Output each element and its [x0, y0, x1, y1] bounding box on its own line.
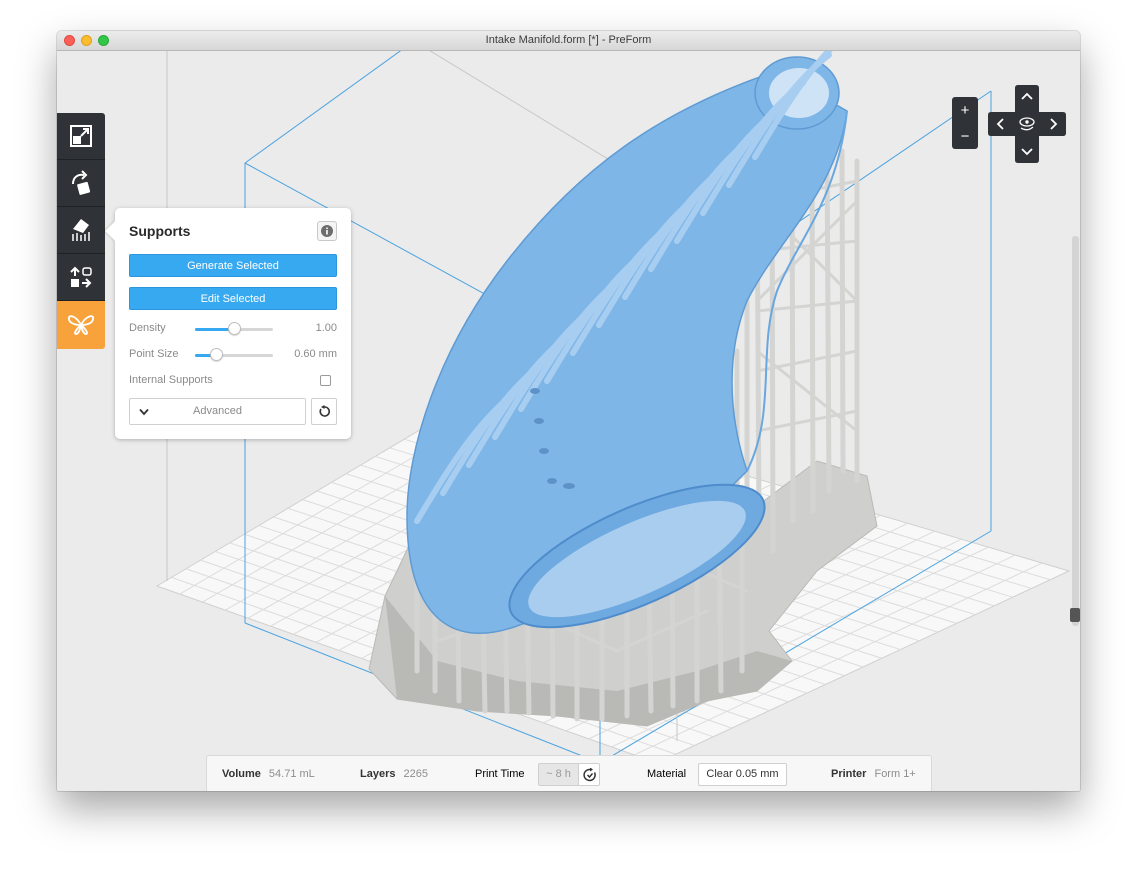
- print-tool-button[interactable]: [57, 301, 105, 349]
- status-bar: Volume 54.71 mL Layers 2265 Print Time ~ 8…: [206, 755, 932, 791]
- zoom-in-button[interactable]: +: [952, 97, 978, 123]
- volume-label: Volume: [222, 768, 261, 780]
- supports-panel: Supports Generate Selected Edit Selected…: [115, 208, 351, 439]
- density-value: 1.00: [315, 322, 337, 334]
- internal-supports-checkbox[interactable]: [320, 375, 331, 386]
- printer-stat: Printer Form 1+: [831, 768, 916, 780]
- print-time-value: ~ 8 h: [539, 764, 579, 785]
- reset-settings-button[interactable]: [311, 398, 337, 425]
- scrollbar-thumb[interactable]: [1070, 608, 1080, 622]
- layers-value: 2265: [403, 768, 428, 780]
- printer-label: Printer: [831, 768, 867, 780]
- density-slider[interactable]: [195, 322, 273, 335]
- rotate-tool-button[interactable]: [57, 160, 105, 207]
- density-slider-knob[interactable]: [228, 322, 241, 335]
- support-column: [809, 148, 816, 514]
- supports-tool-button[interactable]: [57, 207, 105, 254]
- advanced-dropdown[interactable]: Advanced: [129, 398, 306, 425]
- print-time-control: ~ 8 h: [538, 763, 600, 786]
- point-size-label: Point Size: [129, 348, 179, 360]
- point-size-slider-knob[interactable]: [210, 348, 224, 361]
- layers-label: Layers: [360, 768, 396, 780]
- scale-icon: [70, 125, 92, 147]
- internal-supports-label: Internal Supports: [129, 374, 213, 386]
- supports-icon: [72, 219, 90, 241]
- zoom-controls: + −: [952, 97, 978, 149]
- material-selector[interactable]: Clear 0.05 mm: [698, 763, 787, 786]
- refresh-estimate-icon: [582, 767, 596, 781]
- left-toolbar: [57, 113, 105, 349]
- point-size-value: 0.60 mm: [294, 348, 337, 360]
- point-size-slider[interactable]: [195, 348, 273, 361]
- reset-icon: [319, 405, 330, 417]
- scale-tool-button[interactable]: [57, 113, 105, 160]
- info-button[interactable]: [317, 221, 337, 241]
- layout-icon: [70, 266, 92, 288]
- vertical-scrollbar[interactable]: [1072, 236, 1079, 626]
- volume-value: 54.71 mL: [268, 768, 315, 780]
- title-bar: Intake Manifold.form [*] - PreForm: [57, 31, 1080, 51]
- zoom-out-button[interactable]: −: [952, 123, 978, 149]
- support-column: [824, 143, 832, 494]
- generate-selected-button[interactable]: Generate Selected: [129, 254, 337, 277]
- material-label: Material: [647, 768, 687, 780]
- density-label: Density: [129, 322, 166, 334]
- print-time-estimate-button[interactable]: [579, 764, 600, 785]
- window-title: Intake Manifold.form [*] - PreForm: [485, 34, 652, 46]
- 3d-viewport[interactable]: Supports Generate Selected Edit Selected…: [57, 51, 1080, 791]
- printer-value[interactable]: Form 1+: [874, 768, 915, 780]
- view-navigation-pad[interactable]: [987, 85, 1067, 163]
- preform-window: Intake Manifold.form [*] - PreForm Suppo…: [57, 31, 1080, 791]
- advanced-label: Advanced: [193, 405, 242, 417]
- edit-selected-button[interactable]: Edit Selected: [129, 287, 337, 310]
- layers-stat: Layers 2265: [360, 768, 428, 780]
- supports-panel-title: Supports: [129, 223, 191, 239]
- info-icon: [321, 225, 333, 237]
- volume-stat: Volume 54.71 mL: [222, 768, 315, 780]
- support-column: [839, 148, 846, 474]
- rotate-icon: [72, 170, 91, 195]
- butterfly-icon: [68, 315, 94, 335]
- print-time-label: Print Time: [475, 768, 525, 780]
- layout-tool-button[interactable]: [57, 254, 105, 301]
